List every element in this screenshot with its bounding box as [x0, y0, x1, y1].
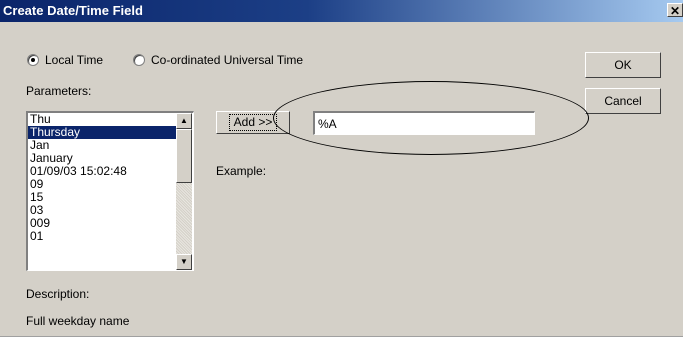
scroll-down-button[interactable]: ▼ [176, 254, 192, 270]
close-icon: ✕ [669, 4, 681, 18]
description-label: Description: [26, 287, 90, 301]
list-item[interactable]: Thursday [28, 126, 176, 139]
list-item[interactable]: 01/09/03 15:02:48 [28, 165, 176, 178]
ok-label: OK [614, 58, 632, 72]
parameters-listbox[interactable]: Thu Thursday Jan January 01/09/03 15:02:48 09… [26, 111, 194, 271]
utc-radio[interactable]: Co-ordinated Universal Time [133, 52, 303, 68]
radio-checked-icon[interactable] [27, 54, 39, 66]
window-title: Create Date/Time Field [3, 3, 143, 18]
scroll-thumb[interactable] [176, 129, 192, 183]
cancel-label: Cancel [604, 94, 642, 108]
title-bar[interactable]: Create Date/Time Field ✕ [0, 0, 683, 22]
list-item[interactable]: 15 [28, 191, 176, 204]
cancel-button[interactable]: Cancel [585, 88, 661, 114]
utc-label: Co-ordinated Universal Time [151, 53, 304, 67]
scroll-up-button[interactable]: ▲ [176, 113, 192, 129]
example-label: Example: [216, 164, 267, 178]
parameters-label: Parameters: [26, 84, 92, 98]
close-button[interactable]: ✕ [667, 3, 683, 18]
format-input[interactable] [313, 111, 535, 135]
scroll-up-icon: ▲ [180, 116, 188, 125]
add-button[interactable]: Add >> [216, 111, 290, 134]
add-button-label: Add >> [228, 114, 278, 131]
list-item[interactable]: 09 [28, 178, 176, 191]
description-text: Full weekday name [26, 314, 130, 328]
listbox-scrollbar[interactable]: ▲ ▼ [176, 113, 192, 270]
scroll-down-icon: ▼ [180, 257, 188, 266]
list-item[interactable]: 01 [28, 230, 176, 243]
parameters-list[interactable]: Thu Thursday Jan January 01/09/03 15:02:48 09… [28, 113, 176, 243]
radio-unchecked-icon[interactable] [133, 54, 145, 66]
ok-button[interactable]: OK [585, 52, 661, 78]
create-datetime-dialog: Create Date/Time Field ✕ Local Time Co-o… [0, 0, 683, 337]
list-item[interactable]: 03 [28, 204, 176, 217]
list-item[interactable]: 009 [28, 217, 176, 230]
local-time-label: Local Time [45, 53, 104, 67]
local-time-radio[interactable]: Local Time [27, 52, 103, 68]
